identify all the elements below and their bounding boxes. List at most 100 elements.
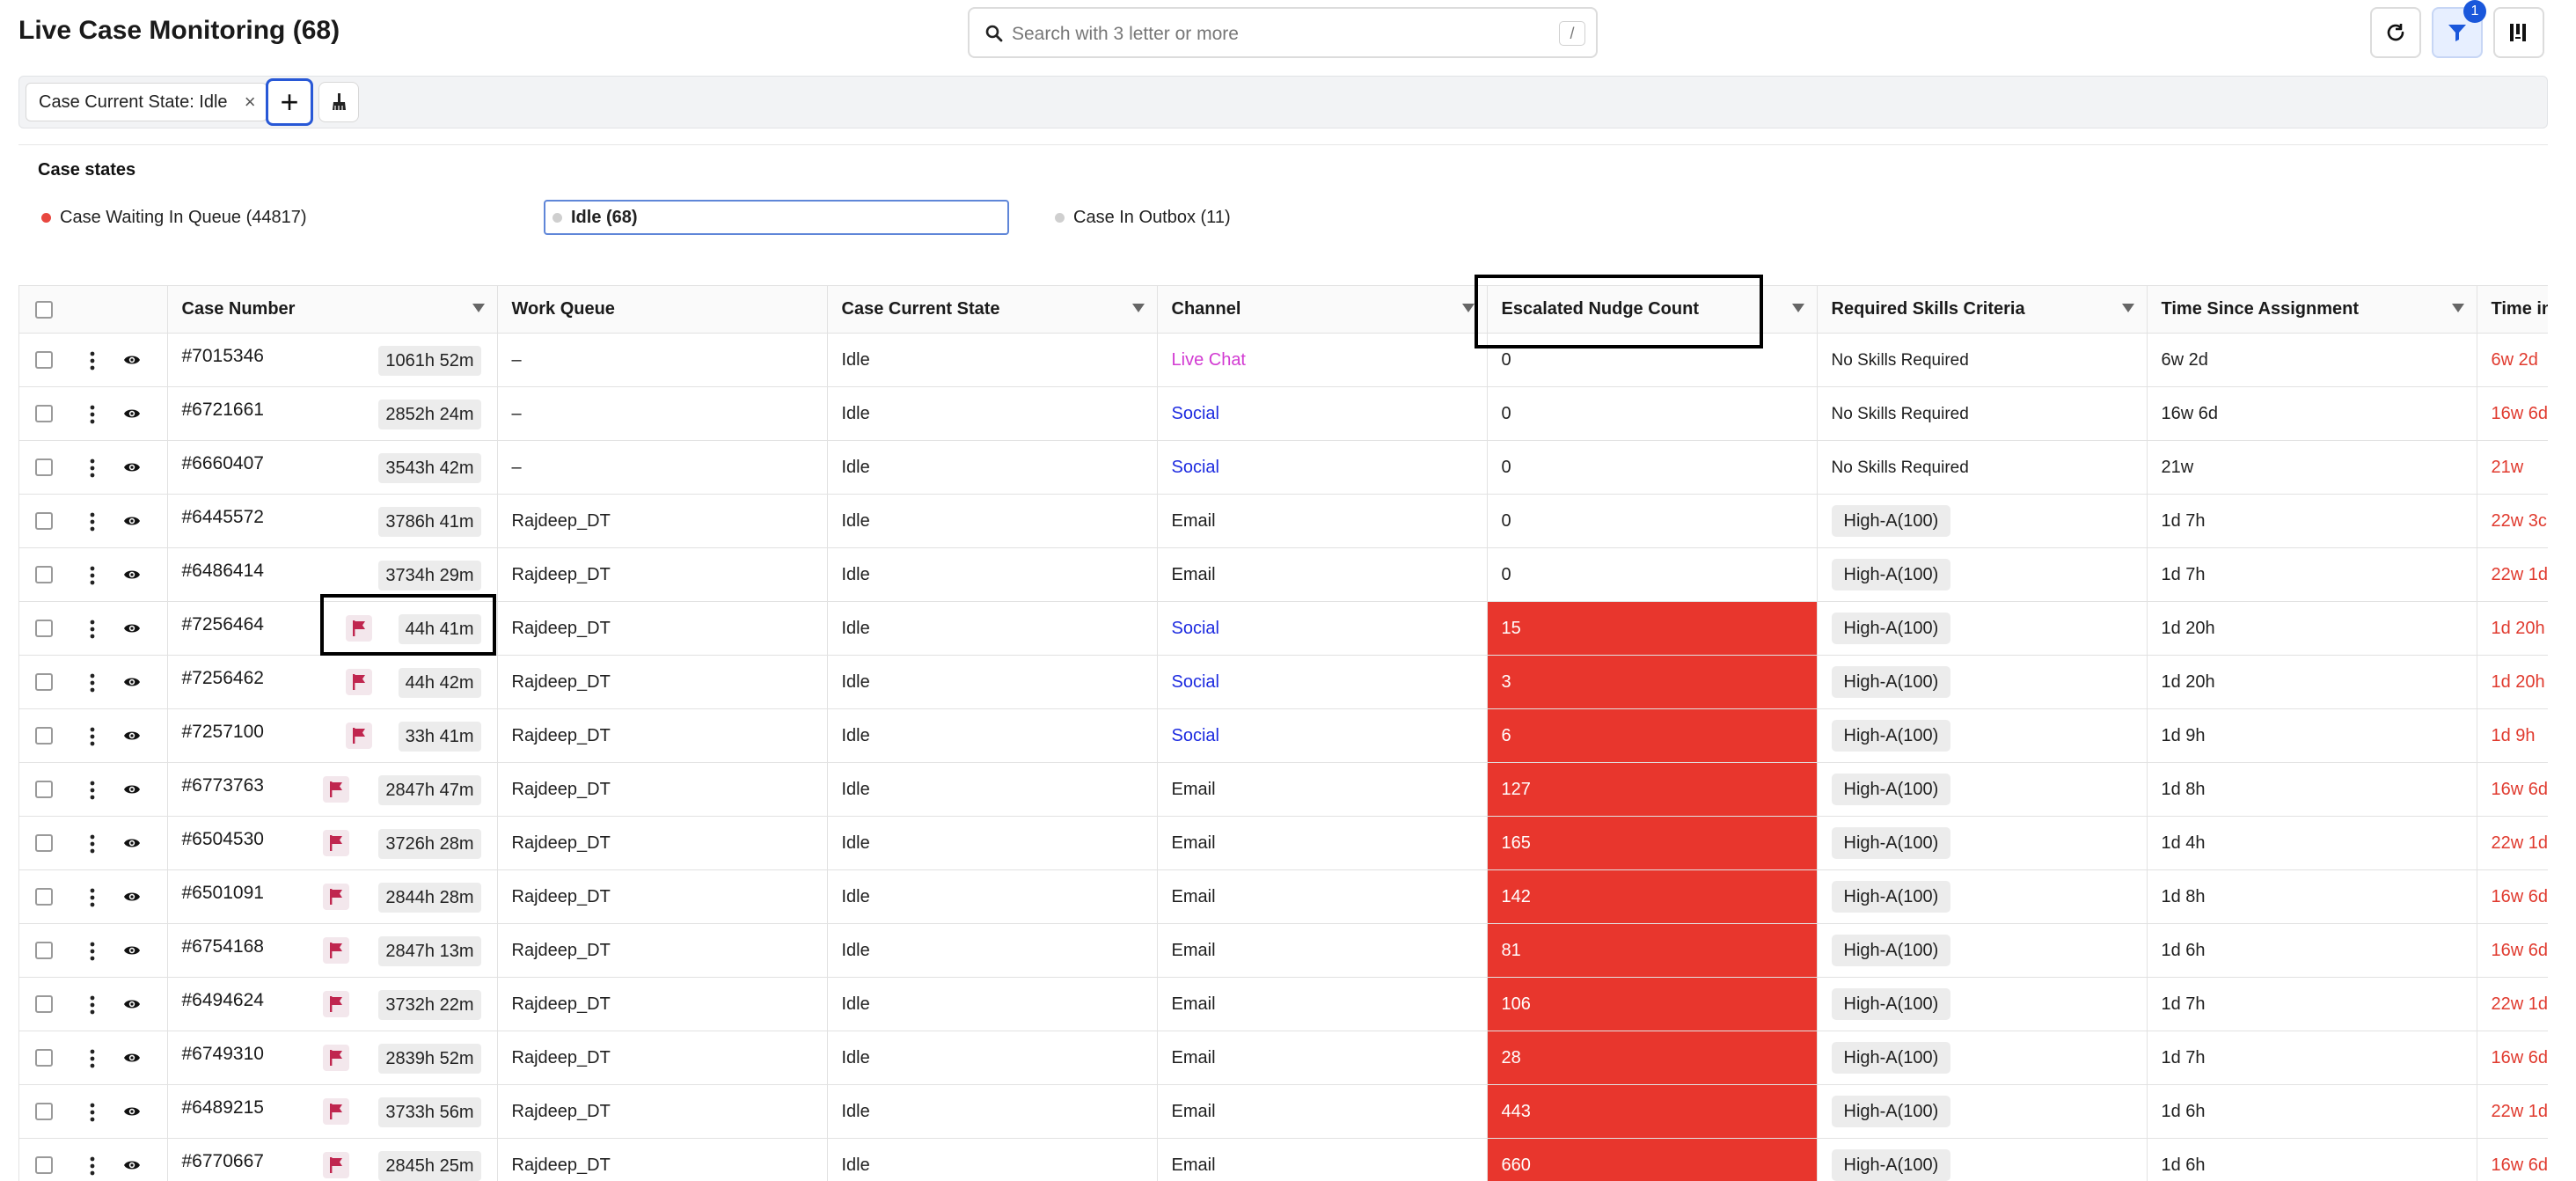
row-checkbox[interactable] [35, 512, 53, 531]
eye-icon[interactable] [123, 943, 141, 957]
more-options-icon[interactable] [89, 458, 96, 478]
channel-cell[interactable]: Social [1157, 655, 1488, 709]
more-options-icon[interactable] [89, 1156, 96, 1176]
more-options-icon[interactable] [89, 995, 96, 1015]
column-header-time-since-assignment[interactable]: Time Since Assignment [2147, 285, 2477, 334]
eye-icon[interactable] [123, 729, 141, 743]
row-checkbox[interactable] [35, 888, 53, 906]
column-header-required-skills[interactable]: Required Skills Criteria [1817, 285, 2148, 334]
case-number-cell[interactable]: #6749310 2839h 52m [167, 1031, 498, 1085]
more-options-icon[interactable] [89, 512, 96, 532]
case-number-cell[interactable]: #7256464 44h 41m [167, 601, 498, 656]
table-row[interactable]: #6660407 3543h 42m – Idle Social 0 No Skills R… [19, 440, 2548, 495]
sort-arrow-icon[interactable] [2121, 304, 2134, 312]
search-input[interactable]: Search with 3 letter or more / [968, 7, 1598, 58]
row-checkbox[interactable] [35, 351, 53, 370]
case-number-cell[interactable]: #7015346 1061h 52m [167, 333, 498, 387]
table-row[interactable]: #6494624 3732h 22m Rajdeep_DT Idle Email 106 H… [19, 977, 2548, 1031]
case-number-cell[interactable]: #6770667 2845h 25m [167, 1138, 498, 1181]
row-checkbox[interactable] [35, 458, 53, 477]
case-number-link[interactable]: #7256464 [182, 614, 264, 635]
add-filter-button[interactable]: + [266, 78, 313, 126]
state-in-outbox[interactable]: Case In Outbox (11) [1055, 200, 1231, 235]
close-icon[interactable]: × [245, 84, 256, 121]
case-number-link[interactable]: #6754168 [182, 936, 264, 957]
sort-arrow-icon[interactable] [1131, 304, 1145, 312]
more-options-icon[interactable] [89, 727, 96, 746]
case-number-cell[interactable]: #6445572 3786h 41m [167, 494, 498, 548]
table-row[interactable]: #6504530 3726h 28m Rajdeep_DT Idle Email 165 H… [19, 816, 2548, 870]
column-header-escalated-nudge-count[interactable]: Escalated Nudge Count [1487, 285, 1818, 334]
case-number-cell[interactable]: #6486414 3734h 29m [167, 547, 498, 602]
case-number-cell[interactable]: #6501091 2844h 28m [167, 869, 498, 924]
more-options-icon[interactable] [89, 351, 96, 370]
row-checkbox[interactable] [35, 727, 53, 745]
case-number-cell[interactable]: #7257100 33h 41m [167, 708, 498, 763]
case-number-link[interactable]: #6489215 [182, 1097, 264, 1119]
case-number-link[interactable]: #6486414 [182, 561, 264, 582]
eye-icon[interactable] [123, 568, 141, 582]
table-row[interactable]: #6501091 2844h 28m Rajdeep_DT Idle Email 142 H… [19, 869, 2548, 924]
table-row[interactable]: #6773763 2847h 47m Rajdeep_DT Idle Email 127 H… [19, 762, 2548, 817]
filter-button[interactable]: 1 [2432, 0, 2486, 58]
case-number-cell[interactable]: #6494624 3732h 22m [167, 977, 498, 1031]
channel-cell[interactable]: Social [1157, 386, 1488, 441]
case-number-link[interactable]: #7015346 [182, 346, 264, 367]
row-checkbox[interactable] [35, 1156, 53, 1175]
eye-icon[interactable] [123, 675, 141, 689]
eye-icon[interactable] [123, 1051, 141, 1065]
row-checkbox[interactable] [35, 1049, 53, 1067]
case-number-link[interactable]: #6504530 [182, 829, 264, 850]
eye-icon[interactable] [123, 836, 141, 850]
sort-arrow-icon[interactable] [1791, 304, 1804, 312]
column-settings-button[interactable] [2493, 7, 2544, 58]
channel-cell[interactable]: Social [1157, 601, 1488, 656]
case-number-link[interactable]: #6660407 [182, 453, 264, 474]
column-header-case-number[interactable]: Case Number [167, 285, 498, 334]
case-number-cell[interactable]: #6773763 2847h 47m [167, 762, 498, 817]
row-checkbox[interactable] [35, 673, 53, 692]
column-header-work-queue[interactable]: Work Queue [497, 285, 828, 334]
table-row[interactable]: #6770667 2845h 25m Rajdeep_DT Idle Email 660 H… [19, 1138, 2548, 1181]
table-row[interactable]: #6749310 2839h 52m Rajdeep_DT Idle Email 28 Hi… [19, 1031, 2548, 1085]
filter-chip-case-state[interactable]: Case Current State: Idle × [26, 83, 267, 121]
case-number-cell[interactable]: #6504530 3726h 28m [167, 816, 498, 870]
table-row[interactable]: #7257100 33h 41m Rajdeep_DT Idle Social 6 High… [19, 708, 2548, 763]
table-row[interactable]: #6486414 3734h 29m Rajdeep_DT Idle Email 0 Hig… [19, 547, 2548, 602]
eye-icon[interactable] [123, 1158, 141, 1172]
row-checkbox[interactable] [35, 566, 53, 584]
sort-arrow-icon[interactable] [2451, 304, 2464, 312]
eye-icon[interactable] [123, 353, 141, 367]
eye-icon[interactable] [123, 997, 141, 1011]
more-options-icon[interactable] [89, 566, 96, 585]
row-checkbox[interactable] [35, 995, 53, 1014]
more-options-icon[interactable] [89, 942, 96, 961]
case-number-cell[interactable]: #6721661 2852h 24m [167, 386, 498, 441]
more-options-icon[interactable] [89, 781, 96, 800]
row-checkbox[interactable] [35, 942, 53, 960]
more-options-icon[interactable] [89, 1103, 96, 1122]
channel-cell[interactable]: Social [1157, 708, 1488, 763]
case-number-link[interactable]: #6749310 [182, 1044, 264, 1065]
eye-icon[interactable] [123, 621, 141, 635]
more-options-icon[interactable] [89, 888, 96, 907]
state-waiting-in-queue[interactable]: Case Waiting In Queue (44817) [41, 200, 307, 235]
table-row[interactable]: #7256464 44h 41m Rajdeep_DT Idle Social 15 Hig… [19, 601, 2548, 656]
table-row[interactable]: #6721661 2852h 24m – Idle Social 0 No Skills R… [19, 386, 2548, 441]
case-number-link[interactable]: #7256462 [182, 668, 264, 689]
eye-icon[interactable] [123, 1104, 141, 1119]
row-checkbox[interactable] [35, 620, 53, 638]
table-row[interactable]: #6754168 2847h 13m Rajdeep_DT Idle Email 81 Hi… [19, 923, 2548, 978]
state-idle[interactable]: Idle (68) [544, 200, 1009, 235]
row-checkbox[interactable] [35, 781, 53, 799]
select-all-checkbox[interactable] [35, 300, 53, 319]
refresh-button[interactable] [2370, 7, 2421, 58]
channel-cell[interactable]: Live Chat [1157, 333, 1488, 387]
column-header-time-in[interactable]: Time in [2477, 285, 2548, 334]
column-header-channel[interactable]: Channel [1157, 285, 1488, 334]
row-checkbox[interactable] [35, 834, 53, 853]
case-number-link[interactable]: #6445572 [182, 507, 264, 528]
case-number-cell[interactable]: #6489215 3733h 56m [167, 1084, 498, 1139]
case-number-cell[interactable]: #7256462 44h 42m [167, 655, 498, 709]
table-row[interactable]: #7015346 1061h 52m – Idle Live Chat 0 No Skill… [19, 333, 2548, 387]
